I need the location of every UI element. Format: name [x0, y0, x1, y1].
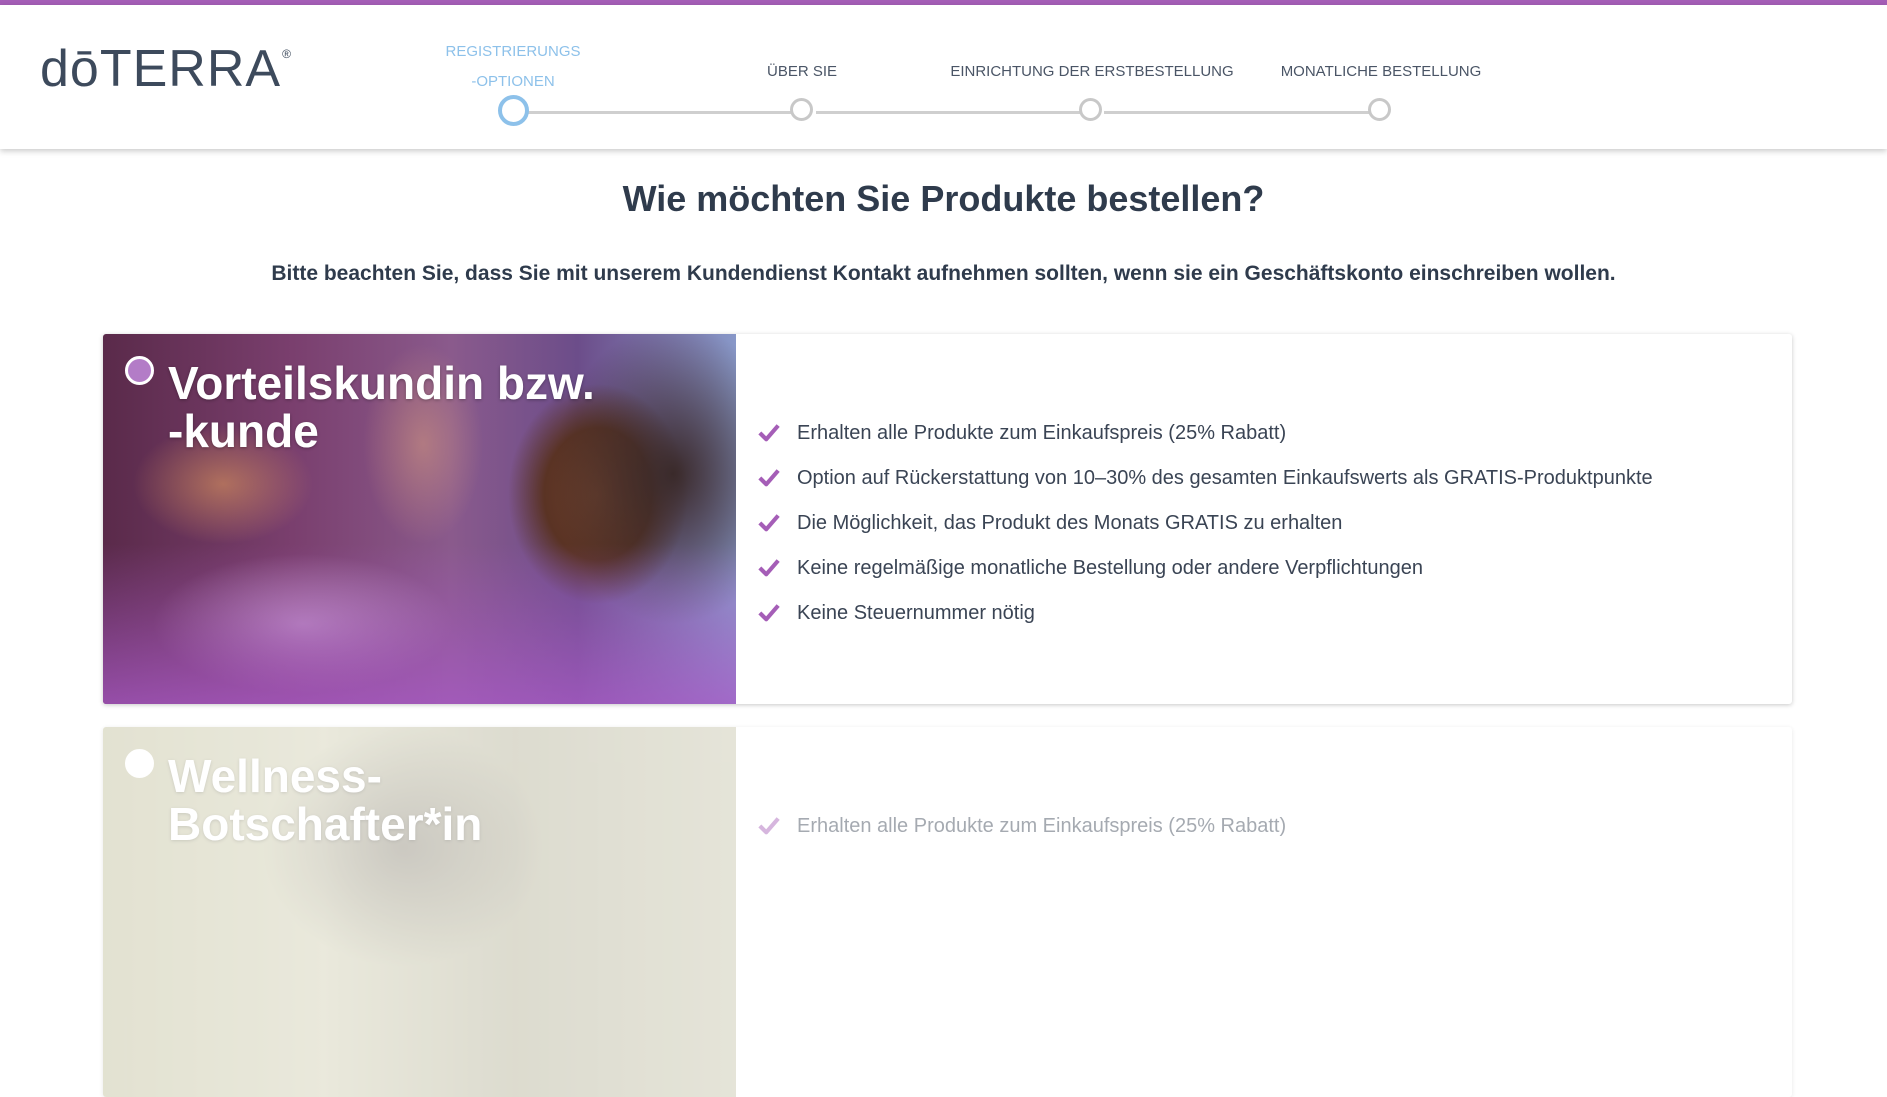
- benefit-item: Keine regelmäßige monatliche Bestellung …: [754, 552, 1653, 597]
- option-title: Vorteilskundin bzw. -kunde: [168, 359, 688, 455]
- step-label-line: ÜBER SIE: [766, 63, 838, 80]
- check-icon: [758, 514, 780, 532]
- step-circle-2: [790, 98, 813, 121]
- step-label-line: EINRICHTUNG DER ERSTBESTELLUNG: [950, 63, 1234, 80]
- header: dōTERRA® REGISTRIERUNGS -OPTIONEN ÜBER S…: [0, 5, 1887, 149]
- benefit-item: Erhalten alle Produkte zum Einkaufspreis…: [754, 417, 1653, 462]
- step-label-line: REGISTRIERUNGS: [445, 43, 581, 60]
- step-connector: [528, 111, 804, 114]
- check-icon: [758, 817, 780, 835]
- option-title: Wellness- Botschafter*in: [168, 752, 688, 848]
- benefit-item: Keine Steuernummer nötig: [754, 597, 1653, 642]
- check-icon: [758, 604, 780, 622]
- step-label-first-order: EINRICHTUNG DER ERSTBESTELLUNG: [941, 57, 1243, 87]
- step-circle-3: [1079, 98, 1102, 121]
- benefit-item: Option auf Rückerstattung von 10–30% des…: [754, 462, 1653, 507]
- benefit-text: Erhalten alle Produkte zum Einkaufspreis…: [797, 422, 1287, 444]
- page-title: Wie möchten Sie Produkte bestellen?: [622, 178, 1265, 219]
- step-label-line: -OPTIONEN: [471, 73, 555, 90]
- benefit-list: Erhalten alle Produkte zum Einkaufspreis…: [754, 417, 1653, 642]
- check-icon: [758, 559, 780, 577]
- benefit-text: Keine Steuernummer nötig: [797, 602, 1035, 624]
- option-card-preferred-customer[interactable]: Vorteilskundin bzw. -kunde Erhalten alle…: [103, 334, 1792, 704]
- step-label-monthly-order: MONATLICHE BESTELLUNG: [1231, 57, 1531, 87]
- option-title-line: Wellness-: [168, 750, 382, 802]
- step-connector: [1104, 111, 1370, 114]
- step-circle-4: [1368, 98, 1391, 121]
- benefit-text: Erhalten alle Produkte zum Einkaufspreis…: [797, 815, 1287, 837]
- option-title-line: Vorteilskundin bzw.: [168, 357, 595, 409]
- check-icon: [758, 469, 780, 487]
- step-label-about-you: ÜBER SIE: [652, 57, 952, 87]
- option-card-wellness-advocate[interactable]: Wellness- Botschafter*in Erhalten alle P…: [103, 727, 1792, 1097]
- option-title-line: -kunde: [168, 405, 319, 457]
- check-icon: [758, 424, 780, 442]
- benefit-text: Die Möglichkeit, das Produkt des Monats …: [797, 512, 1343, 534]
- option-title-line: Botschafter*in: [168, 798, 483, 850]
- page-subtitle: Bitte beachten Sie, dass Sie mit unserem…: [271, 262, 1616, 285]
- benefit-text: Option auf Rückerstattung von 10–30% des…: [797, 467, 1653, 489]
- progress-steps: REGISTRIERUNGS -OPTIONEN ÜBER SIE EINRIC…: [0, 5, 1887, 149]
- benefit-item: Erhalten alle Produkte zum Einkaufspreis…: [754, 810, 1286, 855]
- benefit-text: Keine regelmäßige monatliche Bestellung …: [797, 557, 1423, 579]
- radio-icon[interactable]: [125, 356, 154, 385]
- step-connector: [816, 111, 1082, 114]
- step-label-line: MONATLICHE BESTELLUNG: [1280, 63, 1482, 80]
- step-circle-1[interactable]: [498, 95, 529, 126]
- radio-icon[interactable]: [125, 749, 154, 778]
- benefit-item: Die Möglichkeit, das Produkt des Monats …: [754, 507, 1653, 552]
- step-label-registration-options: REGISTRIERUNGS -OPTIONEN: [363, 37, 663, 97]
- benefit-list: Erhalten alle Produkte zum Einkaufspreis…: [754, 810, 1286, 855]
